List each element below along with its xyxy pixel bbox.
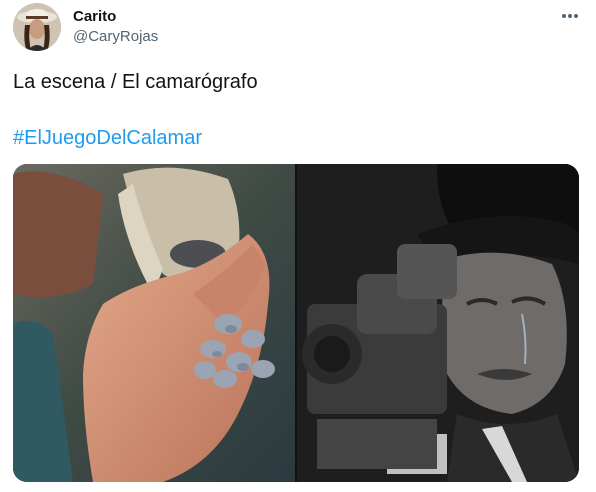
hashtag-link[interactable]: #ElJuegoDelCalamar <box>13 126 202 150</box>
author-handle[interactable]: @CaryRojas <box>73 28 158 45</box>
avatar[interactable] <box>13 3 61 51</box>
more-options-icon[interactable] <box>556 4 584 28</box>
cameraman-crying-image[interactable] <box>297 164 579 482</box>
tweet: Carito @CaryRojas La escena / El camaróg… <box>0 0 596 492</box>
hand-with-marbles-image[interactable] <box>13 164 295 482</box>
tweet-text: La escena / El camarógrafo <box>13 71 258 93</box>
tweet-media[interactable] <box>13 164 579 482</box>
author-name[interactable]: Carito <box>73 8 116 25</box>
